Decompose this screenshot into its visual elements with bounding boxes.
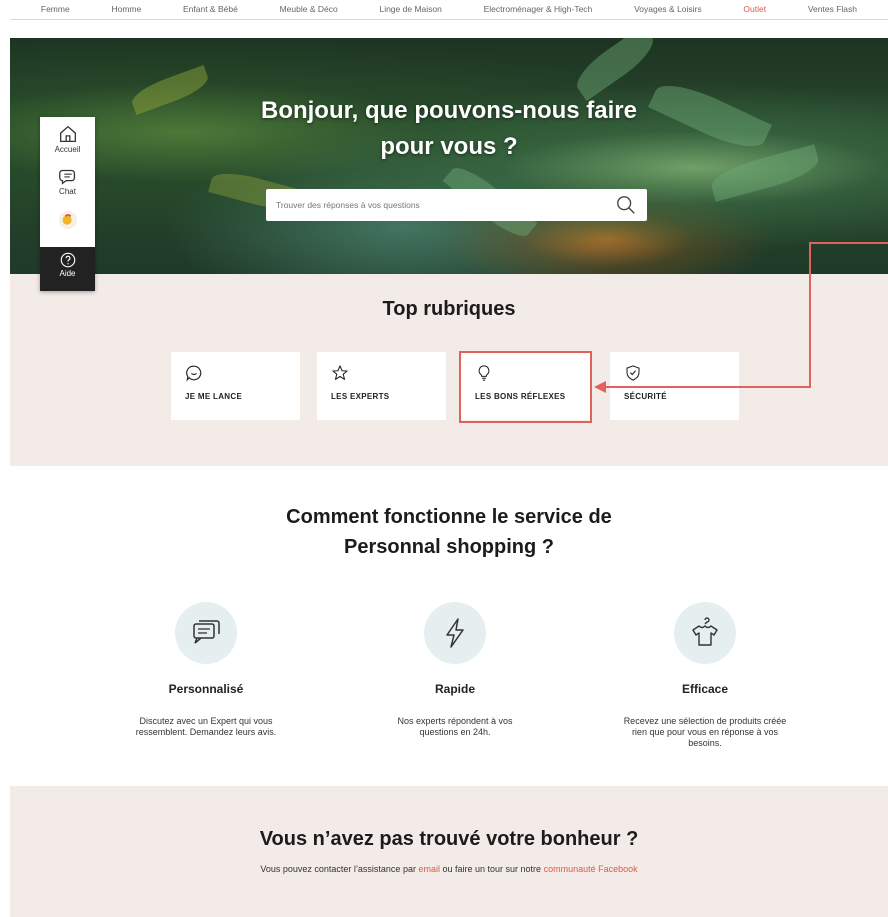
nav-item-ventes-flash[interactable]: Ventes Flash <box>808 4 857 14</box>
top-rubriques-section: Top rubriques JE ME LANCE LES EXPERTS LE… <box>10 274 888 466</box>
contact-text-middle: ou faire un tour sur notre <box>442 864 542 874</box>
chat-bubbles-icon <box>193 620 220 644</box>
rubrique-card-securite[interactable]: SÉCURITÉ <box>610 352 739 420</box>
contact-section: Vous n’avez pas trouvé votre bonheur ? V… <box>10 786 888 917</box>
feature-description: Nos experts répondent à vos questions en… <box>397 716 513 737</box>
shield-check-icon <box>626 365 640 381</box>
facebook-community-link[interactable]: communauté Facebook <box>544 864 638 874</box>
sidewidget-home-label: Accueil <box>54 145 81 154</box>
sidewidget-help-label: Aide <box>59 269 76 278</box>
home-icon <box>59 125 76 142</box>
page: Femme Homme Enfant & Bébé Meuble & Déco … <box>0 0 888 917</box>
feature-personnalise: Personnalisé Discutez avec un Expert qui… <box>106 602 306 738</box>
rubrique-card-je-me-lance[interactable]: JE ME LANCE <box>171 352 300 420</box>
feature-icon-circle <box>674 602 736 664</box>
star-icon <box>332 365 348 380</box>
help-search-bar <box>266 189 647 221</box>
section-title-line-1: Comment fonctionne le service de <box>286 506 612 528</box>
chat-smile-icon <box>186 365 202 382</box>
lightbulb-icon <box>478 365 490 381</box>
feature-efficace: Efficace Recevez une sélection de produi… <box>605 602 805 749</box>
contact-text: Vous pouvez contacter l’assistance par e… <box>10 864 888 874</box>
sidewidget-agent-avatar[interactable] <box>40 209 95 231</box>
rubrique-card-label: SÉCURITÉ <box>624 392 667 401</box>
sidewidget-help-button[interactable]: Aide <box>40 247 95 291</box>
feature-icon-circle <box>424 602 486 664</box>
nav-item-electromenager[interactable]: Electroménager & High-Tech <box>484 4 593 14</box>
rubrique-card-label: LES EXPERTS <box>331 392 390 401</box>
feature-name: Rapide <box>434 682 475 696</box>
nav-item-linge-de-maison[interactable]: Linge de Maison <box>379 4 441 14</box>
feature-icon-circle <box>175 602 237 664</box>
rubrique-card-les-experts[interactable]: LES EXPERTS <box>317 352 446 420</box>
top-navigation: Femme Homme Enfant & Bébé Meuble & Déco … <box>10 0 888 20</box>
contact-text-before: Vous pouvez contacter l’assistance par <box>260 864 416 874</box>
nav-item-outlet[interactable]: Outlet <box>743 4 766 14</box>
feature-description: Recevez une sélection de produits créée … <box>623 716 787 748</box>
rubrique-card-label: JE ME LANCE <box>185 392 243 401</box>
chat-icon <box>58 169 75 185</box>
hero-title-line-2: pour vous ? <box>380 133 518 160</box>
nav-item-femme[interactable]: Femme <box>41 4 70 14</box>
how-it-works-section: Comment fonctionne le service de Personn… <box>10 466 888 786</box>
feature-name: Efficace <box>681 682 729 696</box>
email-link[interactable]: email <box>418 864 440 874</box>
nav-item-voyages-loisirs[interactable]: Voyages & Loisirs <box>634 4 702 14</box>
avatar-icon <box>58 210 77 230</box>
hero-banner: Bonjour, que pouvons-nous faire pour vou… <box>10 38 888 274</box>
hero-title-line-1: Bonjour, que pouvons-nous faire <box>260 97 637 124</box>
sidewidget-chat-button[interactable]: Chat <box>40 165 95 196</box>
lightning-icon <box>446 618 464 648</box>
nav-item-enfant-bebe[interactable]: Enfant & Bébé <box>183 4 238 14</box>
foliage-decoration <box>569 38 661 102</box>
tshirt-hanger-icon <box>692 617 718 646</box>
search-icon[interactable] <box>615 194 637 216</box>
help-side-widget: Accueil Chat Aide <box>40 117 95 291</box>
rubrique-card-label: LES BONS RÉFLEXES <box>475 392 566 401</box>
section-title: Top rubriques <box>382 298 516 320</box>
section-title: Comment fonctionne le service de Personn… <box>10 502 888 562</box>
sidewidget-home-button[interactable]: Accueil <box>40 123 95 154</box>
help-search-input[interactable] <box>276 200 615 210</box>
feature-description: Discutez avec un Expert qui vous ressemb… <box>135 716 277 737</box>
hero-title: Bonjour, que pouvons-nous faire pour vou… <box>10 93 888 165</box>
feature-name: Personnalisé <box>168 682 244 696</box>
question-icon <box>60 252 75 268</box>
feature-rapide: Rapide Nos experts répondent à vos quest… <box>355 602 555 738</box>
rubrique-card-les-bons-reflexes[interactable]: LES BONS RÉFLEXES <box>461 352 590 420</box>
sidewidget-chat-label: Chat <box>59 187 76 196</box>
nav-item-homme[interactable]: Homme <box>111 4 141 14</box>
section-title-line-2: Personnal shopping ? <box>343 536 554 558</box>
nav-item-meuble-deco[interactable]: Meuble & Déco <box>280 4 338 14</box>
section-title: Vous n’avez pas trouvé votre bonheur ? <box>259 828 639 850</box>
